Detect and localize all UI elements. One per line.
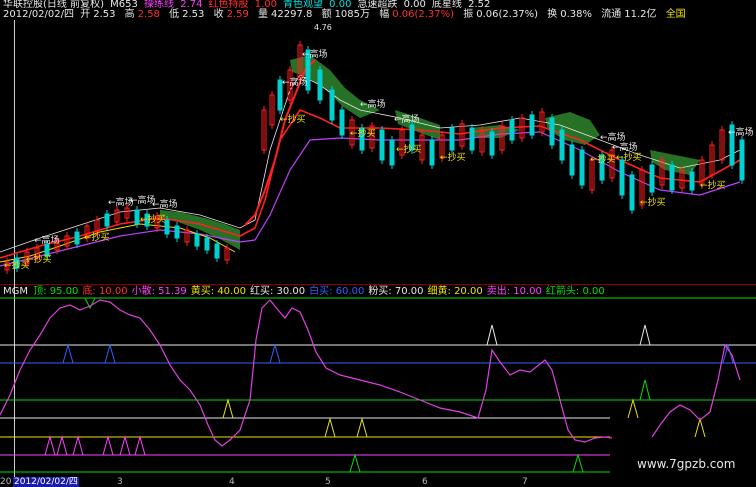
- candle-body-36: [389, 139, 395, 166]
- candle-body-19: [194, 233, 200, 247]
- indicator-param-4: 红买: 30.00: [249, 286, 306, 297]
- annotation-high-5: ←高场: [282, 76, 308, 88]
- peak-price-label: 4.76: [314, 23, 332, 32]
- candle-body-44: [469, 127, 475, 151]
- candle-body-13: [134, 209, 140, 225]
- candle-body-66: [689, 171, 695, 191]
- indicator-panel-name[interactable]: MGM: [3, 286, 28, 297]
- chart-canvas[interactable]: 4.76 ←高场←高场←高场←高场←高场←高场←高场←高场←高场←高场←高场←抄…: [0, 0, 756, 487]
- white-buy-spike-2: [269, 343, 281, 364]
- sell-spike-3: [102, 435, 114, 456]
- candle-body-30: [329, 89, 335, 121]
- candle-body-16: [164, 219, 170, 235]
- indicator-param-2: 小散: 51.39: [131, 286, 187, 297]
- candle-body-31: [339, 109, 345, 136]
- annotation-buy-9: ←抄买: [616, 151, 642, 163]
- annotation-buy-6: ←抄买: [396, 143, 422, 155]
- pink-buy-spike-0: [486, 324, 498, 346]
- white-buy-spike-1: [104, 343, 116, 364]
- indicator-param-6: 粉买: 70.00: [368, 286, 424, 297]
- candle-body-48: [509, 119, 515, 141]
- candle-body-50: [529, 114, 535, 136]
- candle-body-59: [619, 159, 625, 196]
- annotation-buy-1: ←抄买: [26, 253, 52, 265]
- indicator-param-5: 白买: 60.00: [309, 286, 365, 297]
- annotation-buy-8: ←抄买: [590, 153, 616, 165]
- candle-body-17: [174, 225, 180, 239]
- sell-spike-0: [44, 435, 56, 456]
- annotation-high-4: ←高场: [302, 48, 328, 60]
- annotation-buy-10: ←抄买: [640, 196, 666, 208]
- candle-body-60: [629, 174, 635, 211]
- candle-body-29: [317, 69, 323, 101]
- sell-spike-4: [119, 435, 131, 456]
- thin-yellow-spike-1: [356, 417, 368, 438]
- indicator-param-3: 黄买: 40.00: [190, 286, 246, 297]
- candle-body-35: [379, 129, 385, 161]
- annotation-high-9: ←高场: [612, 141, 638, 153]
- axis-tick-5: 5: [325, 477, 331, 487]
- axis-tick-4: 4: [229, 477, 235, 487]
- annotation-buy-5: ←抄买: [350, 127, 376, 139]
- candle-body-42: [449, 127, 455, 151]
- candle-body-46: [489, 131, 495, 156]
- green-buy-spike-0: [639, 379, 651, 401]
- red-arrow-spike-0: [349, 453, 361, 473]
- annotation-high-7: ←高场: [394, 113, 420, 125]
- yellow-spike-1: [627, 398, 639, 419]
- sell-spike-1: [56, 435, 68, 456]
- pink-buy-spike-1: [639, 324, 651, 346]
- indicator-param-0: 顶: 95.00: [33, 286, 79, 297]
- annotation-high-10: ←高场: [728, 126, 754, 138]
- thin-yellow-spike-2: [694, 417, 706, 438]
- axis-fragment: 20: [0, 477, 12, 487]
- candle-body-21: [214, 243, 220, 259]
- sell-spike-2: [72, 435, 84, 456]
- candle-body-53: [559, 129, 565, 161]
- axis-tick-7: 7: [522, 477, 528, 487]
- indicator-param-1: 底: 10.00: [82, 286, 128, 297]
- indicator-param-7: 细黄: 20.00: [427, 286, 483, 297]
- indicator-param-bar: MGM 顶: 95.00 底: 10.00 小散: 51.39 黄买: 40.00 红买…: [3, 286, 611, 297]
- axis-tick-6: 6: [422, 477, 428, 487]
- candle-body-10: [104, 213, 110, 227]
- white-buy-spike-0: [62, 343, 74, 364]
- oscillator-line: [0, 299, 613, 447]
- cursor-date-label: 2012/02/02/四: [13, 477, 79, 487]
- annotation-buy-11: ←抄买: [700, 179, 726, 191]
- annotation-high-3: ←高场: [152, 198, 178, 210]
- candle-body-52: [549, 117, 555, 146]
- oscillator-line-tail: [651, 343, 741, 438]
- indicator-param-9: 红箭头: 0.00: [545, 286, 605, 297]
- indicator-param-8: 卖出: 10.00: [486, 286, 542, 297]
- candle-body-62: [649, 164, 655, 193]
- watermark: www.7gpzb.com: [637, 457, 736, 471]
- annotation-high-6: ←高场: [360, 98, 386, 110]
- annotation-buy-3: ←抄买: [140, 213, 166, 225]
- candle-body-64: [669, 164, 675, 191]
- candle-body-40: [429, 139, 435, 166]
- candle-body-20: [204, 237, 210, 251]
- price-candles: ←高场←高场←高场←高场←高场←高场←高场←高场←高场←高场←高场←抄买←抄买←…: [0, 41, 754, 274]
- candle-body-55: [579, 149, 585, 186]
- annotation-high-8: ←高场: [600, 131, 626, 143]
- red-arrow-spike-1: [572, 453, 584, 473]
- candle-body-54: [569, 144, 575, 176]
- annotation-high-0: ←高场: [34, 234, 60, 246]
- indicator-lines: [0, 297, 756, 473]
- annotation-buy-2: ←抄买: [84, 231, 110, 243]
- candle-body-7: [74, 231, 80, 245]
- annotation-buy-7: ←抄买: [440, 151, 466, 163]
- annotation-buy-4: ←抄买: [280, 113, 306, 125]
- candle-body-71: [739, 139, 745, 181]
- sell-spike-5: [134, 435, 146, 456]
- cloud-band-0: [160, 210, 240, 250]
- yellow-spike-0: [222, 398, 234, 419]
- thin-yellow-spike-0: [324, 417, 336, 438]
- axis-tick-3: 3: [117, 477, 123, 487]
